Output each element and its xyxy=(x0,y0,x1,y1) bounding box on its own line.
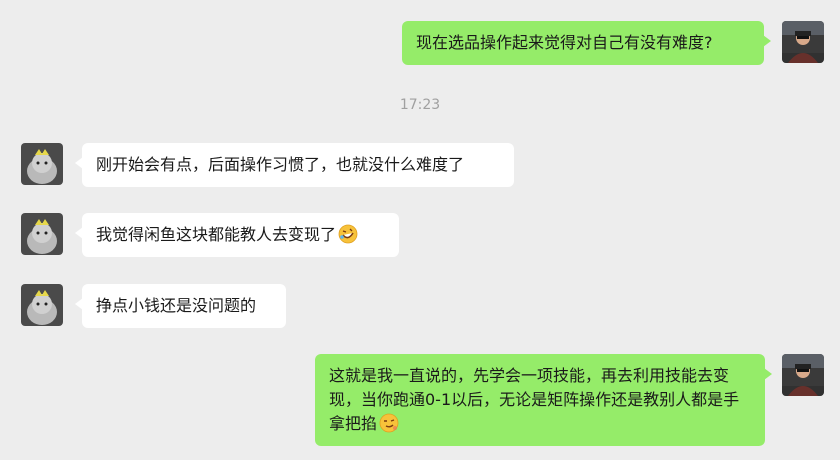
message-text: 我觉得闲鱼这块都能教人去变现了 xyxy=(96,225,337,244)
self-avatar[interactable] xyxy=(782,21,824,63)
message-bubble-3[interactable]: 我觉得闲鱼这块都能教人去变现了 xyxy=(75,213,399,257)
contact-avatar[interactable] xyxy=(21,213,63,255)
message-bubble-4[interactable]: 挣点小钱还是没问题的 xyxy=(75,284,286,328)
timestamp: 17:23 xyxy=(399,97,441,113)
message-text: 现在选品操作起来觉得对自己有没有难度? xyxy=(416,33,713,52)
message-bubble-5[interactable]: 这就是我一直说的，先学会一项技能，再去利用技能去变现，当你跑通0-1以后，无论是… xyxy=(315,354,772,446)
contact-avatar[interactable] xyxy=(21,143,63,185)
self-avatar[interactable] xyxy=(782,354,824,396)
smirk-emoji-icon xyxy=(379,413,399,433)
message-bubble-1[interactable]: 现在选品操作起来觉得对自己有没有难度? xyxy=(402,21,771,65)
message-text: 刚开始会有点，后面操作习惯了，也就没什么难度了 xyxy=(96,155,465,174)
message-bubble-2[interactable]: 刚开始会有点，后面操作习惯了，也就没什么难度了 xyxy=(75,143,514,187)
rofl-emoji-icon xyxy=(338,224,358,244)
message-text: 挣点小钱还是没问题的 xyxy=(96,296,257,315)
contact-avatar[interactable] xyxy=(21,284,63,326)
